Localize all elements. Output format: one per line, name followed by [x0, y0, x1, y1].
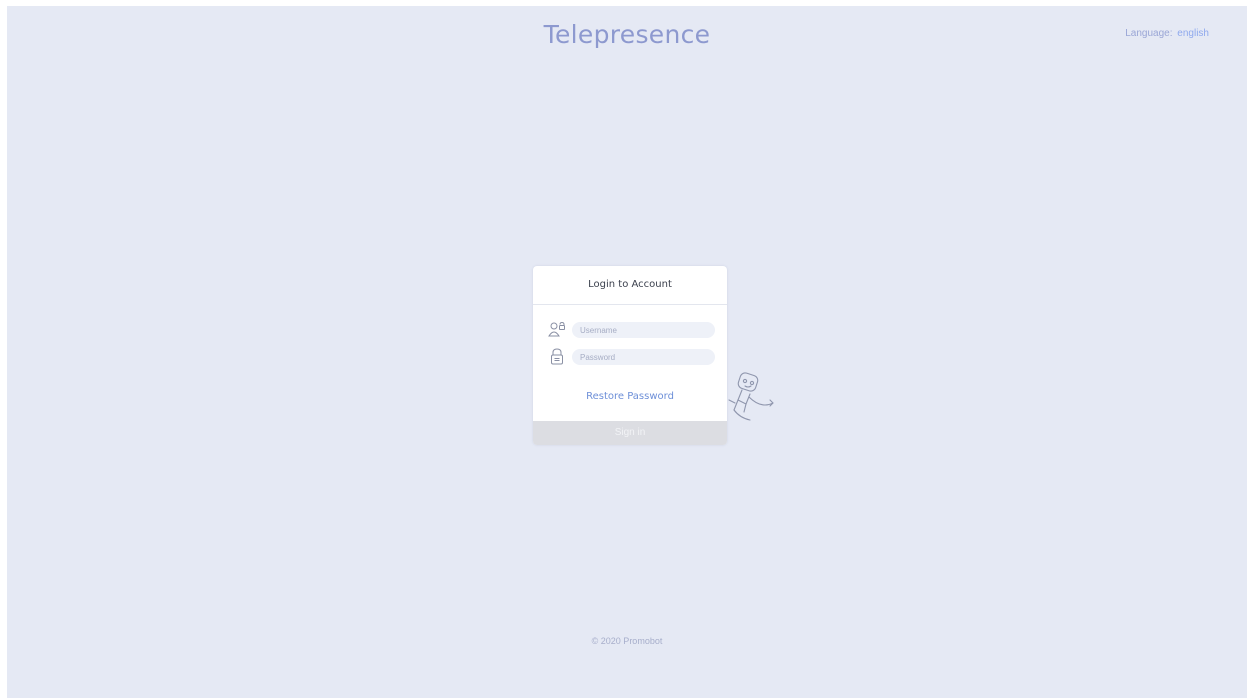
- username-row: [547, 321, 715, 339]
- copyright-footer: © 2020 Promobot: [591, 636, 663, 646]
- app-title: Telepresence: [543, 20, 711, 49]
- restore-password-link[interactable]: Restore Password: [533, 391, 727, 402]
- sign-in-button[interactable]: Sign in: [533, 421, 727, 445]
- user-icon: [548, 321, 565, 337]
- language-label: Language:: [1125, 28, 1173, 39]
- language-selector: Language: english: [1125, 28, 1209, 39]
- app-container: Telepresence Language: english Login to …: [7, 6, 1247, 698]
- language-value-link[interactable]: english: [1177, 28, 1209, 39]
- password-row: [547, 348, 715, 366]
- robot-mascot-icon: [728, 372, 774, 421]
- login-card: Login to Account Username Restore Passwo…: [533, 266, 727, 445]
- username-input[interactable]: [572, 322, 715, 338]
- lock-icon: [551, 348, 563, 365]
- password-input[interactable]: [572, 349, 715, 365]
- login-title: Login to Account: [533, 266, 727, 305]
